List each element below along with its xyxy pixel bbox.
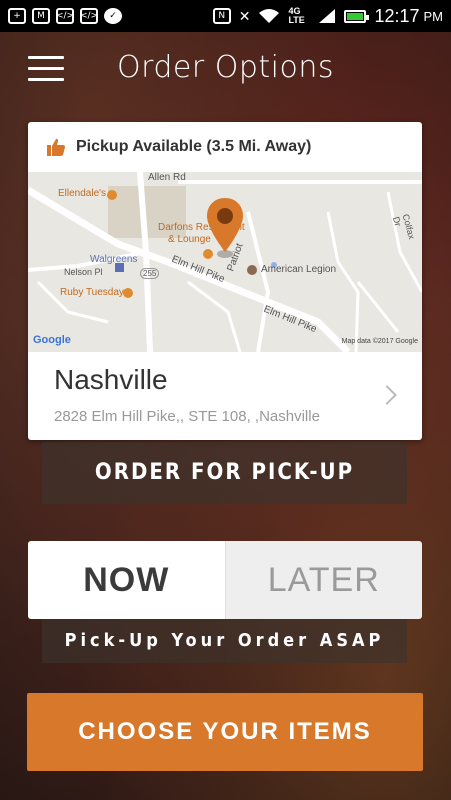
check-icon: ✓ (104, 8, 122, 24)
battery-icon (344, 9, 370, 23)
mute-icon: ✕ (238, 7, 251, 24)
google-logo: Google (33, 334, 71, 346)
store-selector[interactable]: Nashville 2828 Elm Hill Pike,, STE 108, … (28, 352, 422, 440)
nfc-icon: N (212, 8, 231, 24)
map[interactable]: Allen Rd Ellendale's Darfons Restaurant … (28, 172, 422, 352)
signal-icon (319, 9, 336, 23)
map-label-american-legion: American Legion (261, 264, 337, 275)
chevron-right-icon (377, 385, 397, 405)
clock-ampm: PM (423, 8, 444, 24)
location-card: Pickup Available (3.5 Mi. Away) Allen Rd… (28, 122, 422, 440)
map-label-nelson: Nelson Pl (64, 267, 103, 277)
clock: 12:17 (374, 5, 420, 26)
plus-icon: + (8, 8, 26, 24)
map-label-ruby-tuesday: Ruby Tuesday (60, 287, 124, 298)
store-address: 2828 Elm Hill Pike,, STE 108, ,Nashville (54, 408, 320, 425)
map-label-allen-rd: Allen Rd (148, 172, 186, 183)
pickup-label: Pickup Available (3.5 Mi. Away) (76, 138, 312, 155)
app-header: Order Options (0, 32, 451, 104)
now-option[interactable]: NOW (28, 541, 225, 619)
choose-items-button[interactable]: CHOOSE YOUR ITEMS (27, 693, 423, 771)
map-attribution: Map data ©2017 Google (341, 338, 418, 345)
page-title: Order Options (116, 50, 335, 85)
mail-icon: M (32, 8, 50, 24)
code-icon: </> (80, 8, 98, 24)
timing-toggle: NOW LATER (28, 541, 422, 619)
store-name: Nashville (54, 364, 168, 395)
asap-label: Pick-Up Your Order ASAP (42, 619, 407, 663)
map-label-lounge: & Lounge (168, 234, 211, 245)
map-label-route: 255 (140, 268, 160, 279)
code-icon: </> (56, 8, 74, 24)
network-type: 4G LTE (288, 6, 305, 25)
order-for-pickup-button[interactable]: ORDER FOR PICK-UP (42, 442, 407, 504)
wifi-icon (259, 9, 280, 23)
map-label-walgreens: Walgreens (90, 254, 138, 265)
thumbs-up-icon (47, 138, 65, 156)
later-option[interactable]: LATER (224, 541, 422, 619)
map-label-ellendales: Ellendale's (58, 188, 107, 199)
location-pin-icon (207, 198, 243, 258)
pickup-banner: Pickup Available (3.5 Mi. Away) (28, 122, 422, 172)
status-bar: + M </> </> ✓ N ✕ 4G LTE 12:17 PM (0, 0, 451, 32)
